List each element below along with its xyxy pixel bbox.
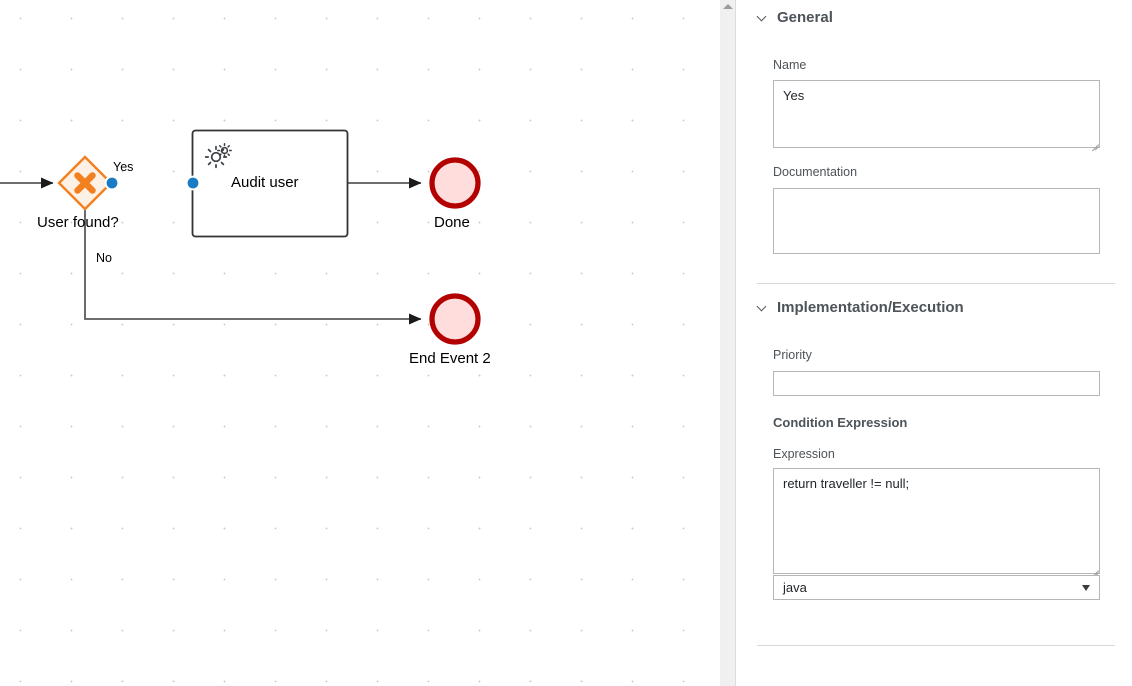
expression-language-value: java (783, 580, 807, 595)
end-event-label-done: Done (434, 214, 470, 231)
field-label-name: Name (773, 58, 807, 72)
properties-group-title-general: General (777, 9, 833, 26)
chevron-down-icon (757, 302, 768, 313)
task-label-audit-user: Audit user (231, 174, 299, 191)
chevron-down-icon (757, 12, 768, 23)
name-textarea[interactable] (773, 80, 1100, 148)
canvas-vertical-scrollbar[interactable] (720, 0, 736, 686)
field-label-condition-expression: Condition Expression (773, 415, 908, 430)
field-label-priority: Priority (773, 348, 812, 362)
panel-divider-top (757, 283, 1115, 284)
documentation-textarea[interactable] (773, 188, 1100, 254)
end-event-done[interactable] (429, 157, 481, 209)
exclusive-gateway-user-found[interactable] (57, 155, 113, 211)
properties-panel: General Name Documentation Implementatio… (737, 0, 1132, 686)
properties-group-header-general[interactable]: General (757, 9, 833, 26)
field-label-documentation: Documentation (773, 165, 858, 179)
triangle-up-icon[interactable] (723, 4, 733, 9)
flow-label-yes: Yes (113, 160, 134, 174)
priority-input[interactable] (773, 371, 1100, 396)
bpmn-canvas[interactable]: User found? Audit user Done End Event 2 … (0, 0, 720, 686)
properties-group-header-implementation-execution[interactable]: Implementation/Execution (757, 299, 964, 316)
bpmn-editor-window: User found? Audit user Done End Event 2 … (0, 0, 1132, 686)
chevron-down-icon (1082, 584, 1090, 591)
expression-language-select[interactable]: java (773, 575, 1100, 600)
properties-group-title-implementation-execution: Implementation/Execution (777, 299, 964, 316)
end-event-label-end-event-2: End Event 2 (409, 350, 491, 367)
flow-label-no: No (96, 251, 112, 265)
expression-textarea[interactable] (773, 468, 1100, 574)
field-label-expression: Expression (773, 447, 835, 461)
panel-divider-bottom (757, 645, 1115, 646)
gateway-label-user-found: User found? (37, 214, 119, 231)
waypoint-source-handle (104, 175, 120, 191)
end-event-2[interactable] (429, 293, 481, 345)
waypoint-target-handle (185, 175, 201, 191)
